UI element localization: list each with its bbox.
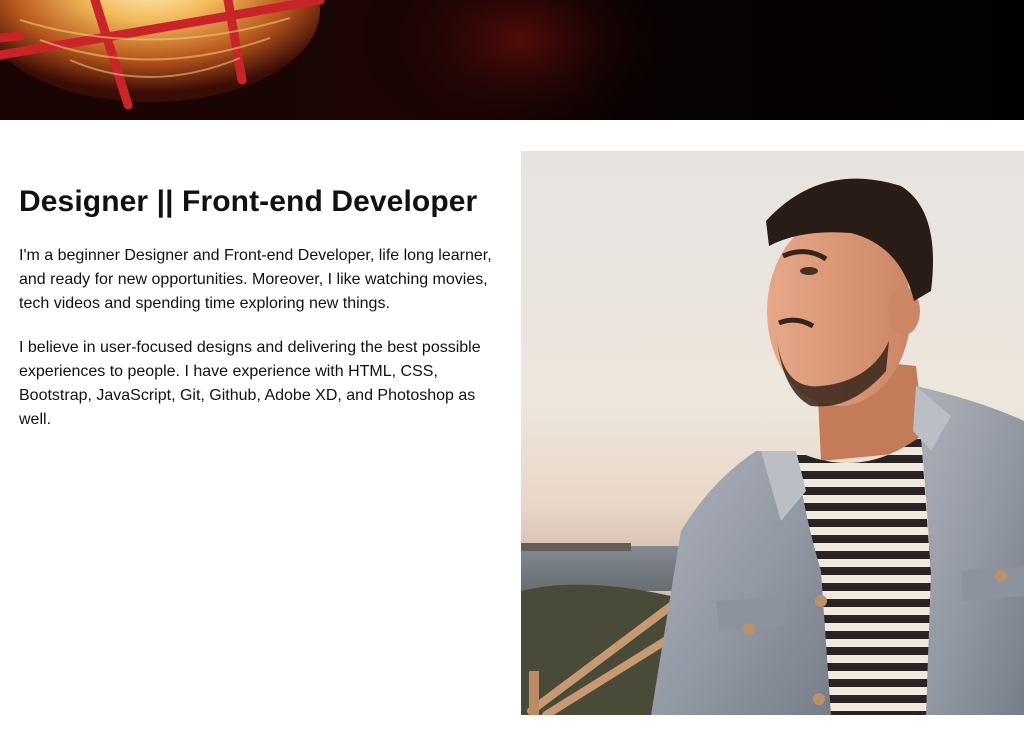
page-title: Designer || Front-end Developer — [19, 185, 478, 218]
about-text: Designer || Front-end Developer I'm a be… — [19, 182, 499, 452]
about-paragraph-1: I'm a beginner Designer and Front-end De… — [19, 247, 492, 312]
about-section: Designer || Front-end Developer I'm a be… — [0, 120, 1024, 736]
hero-banner — [0, 0, 1024, 120]
profile-photo-image — [521, 151, 1024, 715]
about-paragraph-2: I believe in user-focused designs and de… — [19, 339, 481, 428]
profile-photo — [521, 151, 1024, 715]
lamp-banner-image — [0, 0, 1024, 120]
